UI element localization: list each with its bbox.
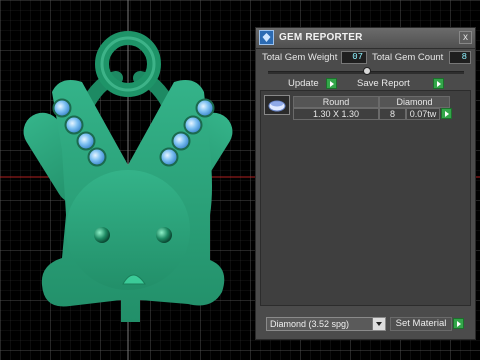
row-action-icon[interactable]	[441, 108, 452, 119]
bunny-eye-right	[156, 227, 172, 243]
material-select-value: Diamond (3.52 spg)	[270, 319, 350, 329]
total-gem-count-field[interactable]: 8	[449, 51, 471, 64]
table-header-material: Diamond	[379, 96, 450, 108]
material-select[interactable]: Diamond (3.52 spg)	[266, 317, 386, 331]
table-cell-size: 1.30 X 1.30	[293, 108, 379, 120]
set-material-go-icon[interactable]	[453, 318, 464, 329]
total-gem-weight-label: Total Gem Weight	[262, 52, 338, 63]
total-gem-weight-field[interactable]: 07	[341, 51, 367, 64]
gem-list[interactable]: Round Diamond 1.30 X 1.30 8 0.07tw	[260, 90, 471, 306]
panel-title: GEM REPORTER	[279, 32, 363, 43]
set-material-button[interactable]: Set Material	[390, 317, 452, 331]
table-cell-count: 8	[379, 108, 406, 120]
update-go-icon[interactable]	[326, 78, 337, 89]
update-button[interactable]: Update	[288, 78, 319, 89]
save-report-button[interactable]: Save Report	[357, 78, 410, 89]
dropdown-arrow-icon[interactable]	[372, 318, 385, 330]
close-icon[interactable]: x	[459, 31, 472, 44]
panel-slider-thumb[interactable]	[363, 67, 371, 75]
gem-reporter-panel: GEM REPORTER x Total Gem Weight 07 Total…	[255, 27, 476, 340]
table-header-shape: Round	[293, 96, 379, 108]
gem-reporter-app-icon	[259, 30, 274, 45]
panel-titlebar[interactable]: GEM REPORTER x	[256, 28, 475, 49]
table-cell-weight: 0.07tw	[406, 108, 440, 120]
round-gem-thumbnail	[264, 95, 290, 115]
total-gem-count-label: Total Gem Count	[372, 52, 444, 63]
bunny-eye-left	[94, 227, 110, 243]
save-report-go-icon[interactable]	[433, 78, 444, 89]
